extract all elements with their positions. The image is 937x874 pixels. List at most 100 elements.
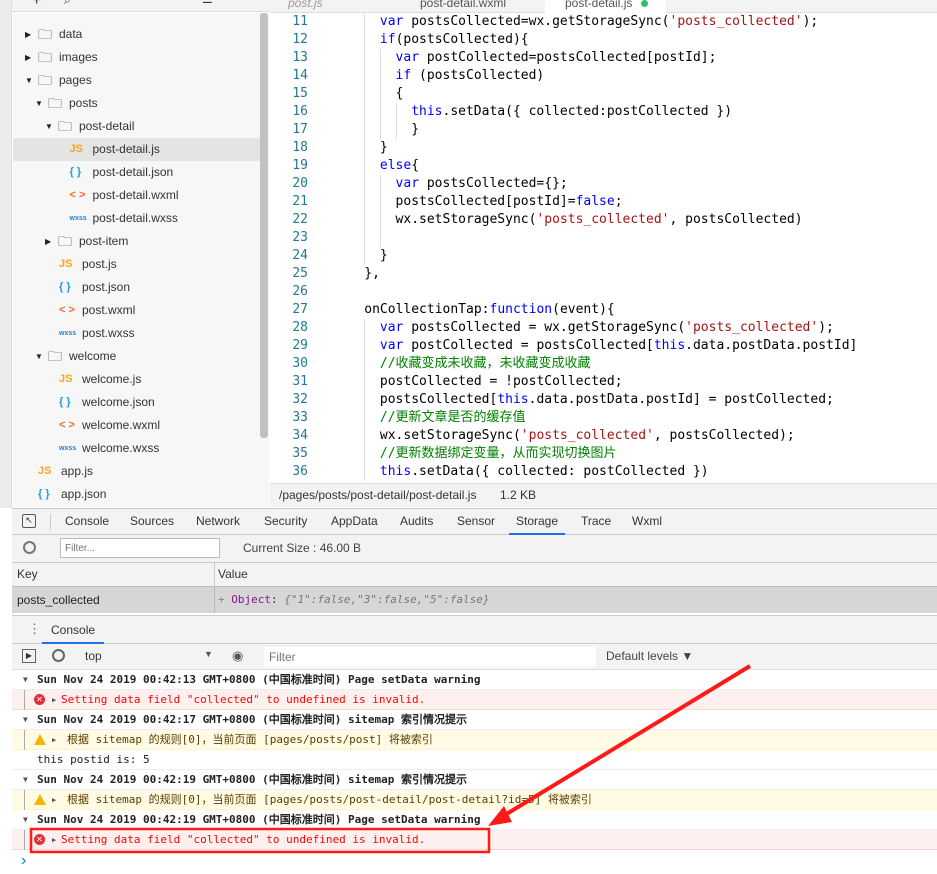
log-group-header[interactable]: ▼ Sun Nov 24 2019 00:42:19 GMT+0800 (中国标准… bbox=[12, 770, 937, 790]
storage-filter-input[interactable] bbox=[60, 538, 220, 558]
log-error[interactable]: ✕ ▶ Setting data field "collected" to unde… bbox=[12, 830, 937, 850]
tree-file[interactable]: < > post.wxml bbox=[13, 299, 260, 322]
console-filter-input[interactable] bbox=[264, 647, 596, 667]
wxml-file-icon: < > bbox=[59, 304, 75, 316]
code-token: var bbox=[395, 50, 420, 65]
tree-label: post-detail.wxml bbox=[92, 188, 179, 202]
tree-file[interactable]: JS welcome.js bbox=[13, 368, 260, 391]
code-text: postsCollected[this.data.postData.postId… bbox=[380, 391, 834, 409]
log-group-header[interactable]: ▼ Sun Nov 24 2019 00:42:13 GMT+0800 (中国标准… bbox=[12, 670, 937, 690]
log-text: Sun Nov 24 2019 00:42:17 GMT+0800 (中国标准时… bbox=[37, 713, 468, 726]
caret-right-icon[interactable]: ▶ bbox=[52, 790, 56, 810]
caret-down-icon[interactable]: ▼ bbox=[35, 92, 43, 115]
editor-tab[interactable]: post-detail.js bbox=[545, 0, 667, 13]
log-group-header[interactable]: ▼ Sun Nov 24 2019 00:42:17 GMT+0800 (中国标准… bbox=[12, 710, 937, 730]
tree-folder[interactable]: ▶ 🗀 images bbox=[13, 46, 260, 69]
levels-select[interactable]: Default levels ▼ bbox=[606, 649, 693, 663]
caret-down-icon[interactable]: ▼ bbox=[23, 710, 28, 730]
sidebar-toggle-icon[interactable]: ▶ bbox=[22, 649, 36, 663]
caret-right-icon[interactable]: ▶ bbox=[25, 46, 31, 69]
code-line: 29 var postCollected = postsCollected[thi… bbox=[270, 337, 937, 355]
clear-console-icon[interactable] bbox=[52, 649, 65, 662]
tree-file[interactable]: < > post-detail.wxml bbox=[13, 184, 260, 207]
console-prompt-icon[interactable]: › bbox=[21, 852, 26, 870]
file-tree-scrollbar[interactable] bbox=[260, 13, 268, 438]
tab-sensor[interactable]: Sensor bbox=[450, 509, 502, 535]
code-token: postCollected = postsCollected[ bbox=[403, 338, 654, 353]
log-group-header[interactable]: ▼ Sun Nov 24 2019 00:42:19 GMT+0800 (中国标准… bbox=[12, 810, 937, 830]
editor-tab[interactable]: post.js bbox=[288, 0, 323, 13]
tab-security[interactable]: Security bbox=[257, 509, 314, 535]
tree-folder[interactable]: ▼ 🗀 posts bbox=[13, 92, 260, 115]
caret-down-icon[interactable]: ▼ bbox=[23, 670, 28, 690]
more-icon[interactable]: ⋯ bbox=[174, 0, 186, 6]
log-text: Setting data field "collected" to undefi… bbox=[61, 833, 426, 846]
tree-file[interactable]: wxss post.wxss bbox=[13, 322, 260, 345]
tree-file[interactable]: wxss welcome.wxss bbox=[13, 437, 260, 460]
tree-file[interactable]: { } post-detail.json bbox=[13, 161, 260, 184]
eye-icon[interactable]: ◉ bbox=[232, 649, 248, 663]
tree-folder[interactable]: ▼ 🗀 post-detail bbox=[13, 115, 260, 138]
storage-row[interactable]: posts_collected + Object: {"1":false,"3"… bbox=[12, 587, 937, 613]
indent-guide bbox=[364, 139, 366, 157]
tab-network[interactable]: Network bbox=[189, 509, 247, 535]
tree-folder[interactable]: ▶ 🗀 data bbox=[13, 23, 260, 46]
tree-label: post-detail.json bbox=[92, 165, 174, 179]
tree-file[interactable]: JS post.js bbox=[13, 253, 260, 276]
inspect-icon[interactable]: ↖ bbox=[22, 514, 36, 528]
tab-sources[interactable]: Sources bbox=[123, 509, 181, 535]
context-select[interactable]: top bbox=[85, 649, 102, 663]
tab-wxml[interactable]: Wxml bbox=[625, 509, 669, 535]
tree-file[interactable]: wxss post-detail.wxss bbox=[13, 207, 260, 230]
tab-storage[interactable]: Storage bbox=[509, 509, 566, 535]
caret-right-icon[interactable]: ▶ bbox=[52, 830, 56, 850]
collapse-icon[interactable]: ☰ bbox=[202, 0, 213, 6]
indent-guide bbox=[364, 67, 366, 85]
caret-right-icon[interactable]: ▶ bbox=[52, 690, 56, 710]
log-warning[interactable]: ▶ 根据 sitemap 的规则[0]，当前页面 [pages/posts/pos… bbox=[12, 790, 937, 810]
tab-console-drawer[interactable]: Console bbox=[42, 616, 105, 644]
tree-file[interactable]: JS post-detail.js bbox=[13, 138, 260, 161]
tree-folder[interactable]: ▼ 🗀 welcome bbox=[13, 345, 260, 368]
storage-value[interactable]: + Object: {"1":false,"3":false,"5":false… bbox=[218, 587, 490, 613]
editor-tab[interactable]: post-detail.wxml bbox=[420, 0, 506, 13]
caret-down-icon[interactable]: ▼ bbox=[23, 810, 28, 830]
indent-guide bbox=[364, 193, 366, 211]
caret-right-icon[interactable]: ▶ bbox=[52, 730, 56, 750]
tree-folder[interactable]: ▼ 🗀 pages bbox=[13, 69, 260, 92]
tab-audits[interactable]: Audits bbox=[393, 509, 440, 535]
chevron-down-icon[interactable]: ▼ bbox=[204, 649, 213, 659]
tree-folder[interactable]: ▶ 🗀 post-item bbox=[13, 230, 260, 253]
tree-file[interactable]: < > welcome.wxml bbox=[13, 414, 260, 437]
tab-appdata[interactable]: AppData bbox=[324, 509, 385, 535]
modified-dot-icon bbox=[641, 0, 649, 7]
drawer-menu-icon[interactable]: ⋮ bbox=[28, 621, 41, 637]
tab-console[interactable]: Console bbox=[58, 509, 116, 535]
code-line: 26 bbox=[270, 283, 937, 301]
clear-icon[interactable] bbox=[23, 541, 36, 554]
tree-file[interactable]: JS app.js bbox=[13, 460, 260, 483]
code-line: 25}, bbox=[270, 265, 937, 283]
left-activity-strip bbox=[0, 0, 12, 508]
code-editor[interactable]: 11 var postsCollected=wx.getStorageSync('… bbox=[270, 13, 937, 483]
code-line: 15 { bbox=[270, 85, 937, 103]
line-number: 23 bbox=[292, 230, 308, 245]
caret-down-icon[interactable]: ▼ bbox=[35, 345, 43, 368]
caret-down-icon[interactable]: ▼ bbox=[25, 69, 33, 92]
log-error[interactable]: ✕ ▶ Setting data field "collected" to unde… bbox=[12, 690, 937, 710]
tree-file[interactable]: { } app.json bbox=[13, 483, 260, 506]
caret-down-icon[interactable]: ▼ bbox=[23, 770, 28, 790]
tab-trace[interactable]: Trace bbox=[574, 509, 618, 535]
log-warning[interactable]: ▶ 根据 sitemap 的规则[0]，当前页面 [pages/posts/pos… bbox=[12, 730, 937, 750]
caret-right-icon[interactable]: ▶ bbox=[45, 230, 51, 253]
add-icon[interactable]: + bbox=[32, 0, 41, 10]
tree-file[interactable]: { } post.json bbox=[13, 276, 260, 299]
wxss-file-icon: wxss bbox=[69, 215, 87, 222]
expand-icon[interactable]: + bbox=[218, 593, 231, 606]
code-text: wx.setStorageSync('posts_collected', pos… bbox=[396, 211, 803, 229]
caret-right-icon[interactable]: ▶ bbox=[25, 23, 31, 46]
tree-file[interactable]: { } welcome.json bbox=[13, 391, 260, 414]
caret-down-icon[interactable]: ▼ bbox=[45, 115, 53, 138]
group-indent-line bbox=[24, 790, 25, 810]
search-icon[interactable]: ⌕ bbox=[64, 0, 71, 8]
